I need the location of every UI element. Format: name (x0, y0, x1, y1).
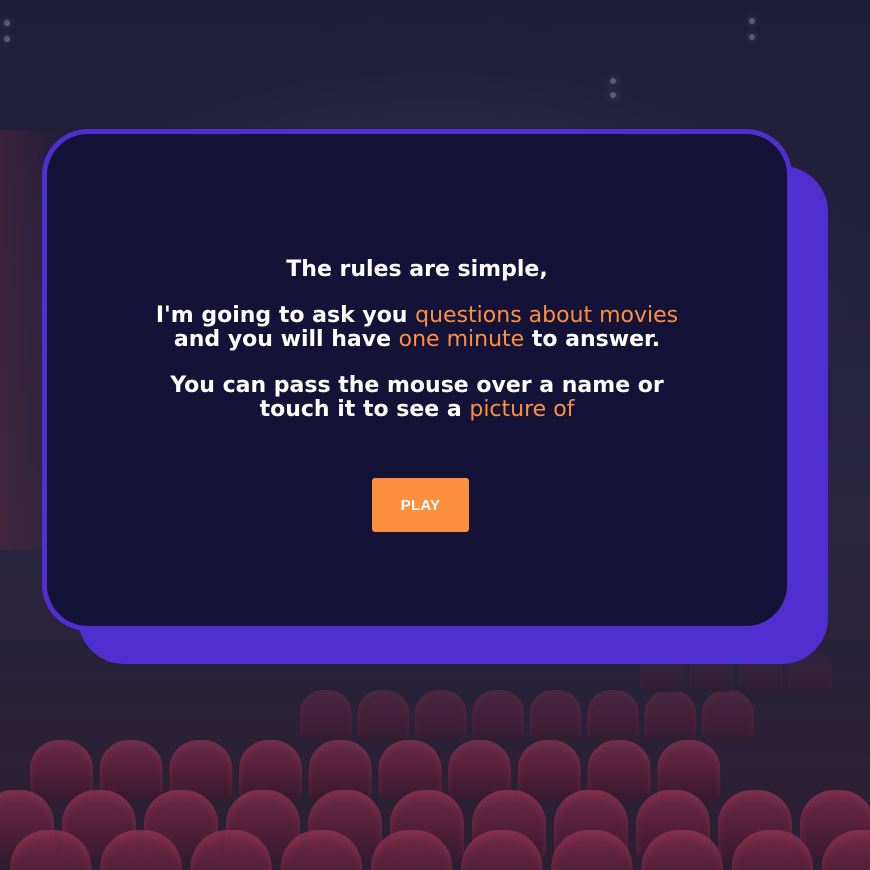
rules-paragraph-hover: You can pass the mouse over a name or to… (47, 374, 787, 422)
rules-text-segment: I'm going to ask you (155, 303, 416, 328)
rules-modal: The rules are simple, I'm going to ask y… (42, 129, 792, 631)
rules-intro: The rules are simple, (47, 258, 787, 282)
rules-line-1: The rules are simple, (286, 257, 548, 282)
rules-text-segment: touch it to see a (259, 397, 470, 422)
ceiling-light (4, 36, 10, 42)
rules-text-segment: to answer. (524, 327, 661, 352)
rules-text-segment: You can pass the mouse over a name or (170, 373, 664, 398)
ceiling-light (610, 78, 616, 84)
seat-row (10, 830, 870, 870)
highlight-picture: picture of (469, 397, 575, 422)
highlight-one-minute: one minute (398, 327, 525, 352)
play-button[interactable]: PLAY (372, 478, 469, 532)
ceiling-light (749, 18, 755, 24)
highlight-questions: questions about movies (415, 303, 679, 328)
ceiling-light (4, 20, 10, 26)
rules-paragraph-questions: I'm going to ask you questions about mov… (47, 304, 787, 352)
ceiling-light (610, 92, 616, 98)
rules-text: The rules are simple, I'm going to ask y… (47, 258, 787, 444)
rules-text-segment: and you will have (173, 327, 399, 352)
ceiling-light (749, 34, 755, 40)
